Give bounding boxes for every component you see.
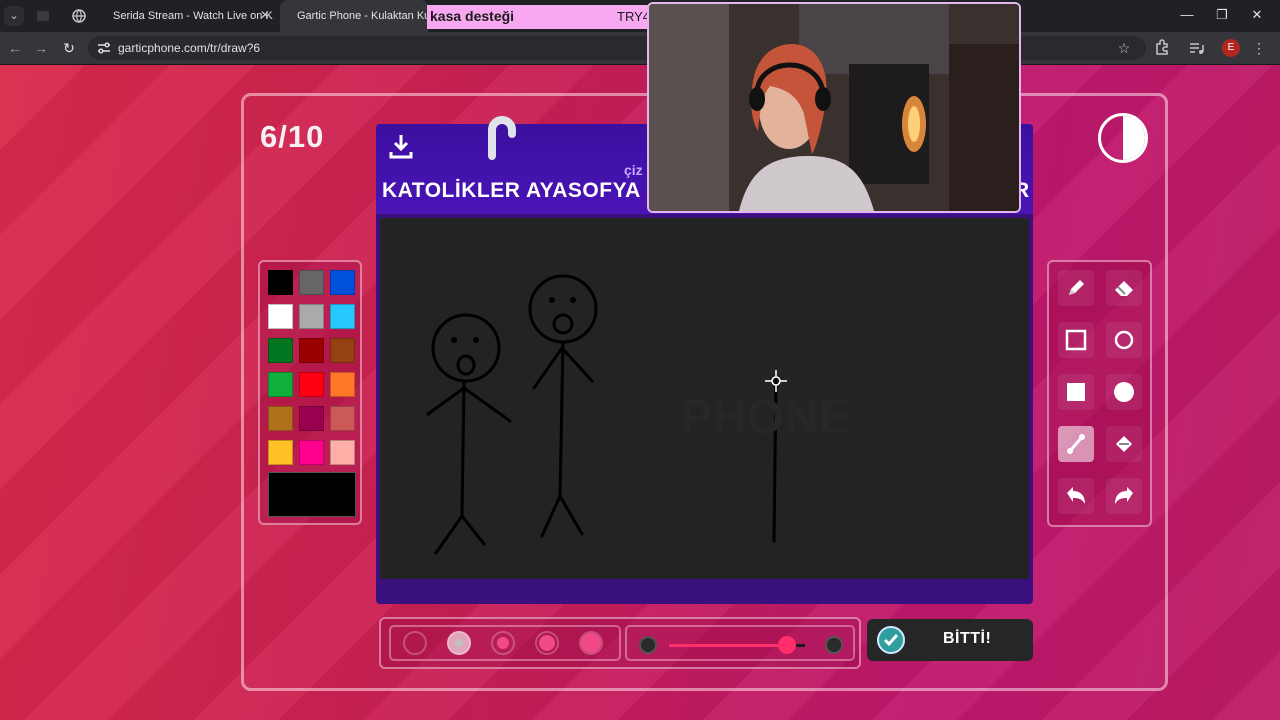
contrast-toggle-icon[interactable] [1098, 113, 1148, 163]
brush-size-option[interactable] [491, 631, 515, 655]
color-swatch[interactable] [268, 338, 293, 363]
color-swatch[interactable] [330, 270, 355, 295]
pencil-icon [1069, 280, 1084, 295]
opacity-fill [669, 644, 788, 647]
color-swatch[interactable] [299, 406, 324, 431]
extensions-icon[interactable] [1152, 38, 1172, 58]
stream-banner: kasa desteği TRY4 [427, 5, 660, 29]
color-swatch[interactable] [330, 372, 355, 397]
brush-size-option[interactable] [535, 631, 559, 655]
webcam-image [649, 4, 1019, 211]
prompt-text: KATOLİKLER AYASOFYA [382, 179, 641, 202]
reload-icon[interactable]: ↻ [59, 38, 79, 58]
pencil-tool[interactable] [1058, 270, 1094, 306]
back-icon[interactable]: ← [5, 38, 25, 58]
color-swatch[interactable] [330, 338, 355, 363]
brush-size-option[interactable] [579, 631, 603, 655]
color-swatch[interactable] [299, 372, 324, 397]
color-palette [258, 260, 362, 525]
color-swatch[interactable] [330, 440, 355, 465]
banner-code: TRY4 [617, 9, 650, 24]
eraser-icon [1115, 281, 1133, 296]
download-icon[interactable] [388, 132, 414, 160]
eraser-tool[interactable] [1106, 270, 1142, 306]
redo-button[interactable] [1106, 478, 1142, 514]
toolbar: ← → ↻ garticphone.com/tr/draw?6 ☆ ⋮ [0, 32, 1280, 65]
maximize-button[interactable]: ❐ [1211, 6, 1233, 24]
opacity-handle[interactable] [778, 636, 797, 654]
redo-icon [1115, 487, 1133, 504]
globe-icon[interactable] [70, 7, 88, 25]
color-swatch[interactable] [330, 406, 355, 431]
round-counter: 6/10 [260, 119, 325, 154]
color-swatch[interactable] [299, 304, 324, 329]
brush-size-option[interactable] [447, 631, 471, 655]
webcam-overlay [647, 2, 1021, 213]
line-icon [1067, 434, 1085, 454]
check-icon [877, 626, 905, 654]
banner-text: kasa desteği [430, 8, 515, 24]
brush-size-selector [389, 625, 621, 661]
opacity-slider[interactable] [625, 625, 855, 661]
tab-search-chevron-icon[interactable]: ⌄ [4, 6, 24, 26]
media-control-icon[interactable] [1186, 38, 1206, 58]
brush-size-option[interactable] [403, 631, 427, 655]
fill-bucket-tool[interactable] [1106, 426, 1142, 462]
color-swatch[interactable] [268, 304, 293, 329]
undo-icon [1067, 487, 1085, 504]
tab-gartic-phone[interactable]: Gartic Phone - Kulaktan Kulağa [280, 0, 428, 32]
done-label: BİTTİ! [943, 630, 992, 647]
undo-button[interactable] [1058, 478, 1094, 514]
ellipse-fill-tool[interactable] [1106, 374, 1142, 410]
ellipse-outline-icon [1114, 330, 1134, 350]
profile-avatar[interactable]: E [1222, 39, 1240, 57]
pinned-tab-icon[interactable] [34, 7, 52, 25]
color-swatch[interactable] [299, 440, 324, 465]
line-tool[interactable] [1058, 426, 1094, 462]
fill-bucket-icon [1116, 436, 1132, 452]
close-window-button[interactable]: ✕ [1246, 6, 1268, 24]
minimize-button[interactable]: — [1176, 6, 1198, 24]
tab-title: Serida Stream - Watch Live on K [113, 10, 273, 22]
forward-icon[interactable]: → [31, 38, 51, 58]
rect-fill-tool[interactable] [1058, 374, 1094, 410]
color-swatch[interactable] [268, 440, 293, 465]
tab-title: Gartic Phone - Kulaktan Kulağa [297, 10, 428, 22]
color-swatch[interactable] [330, 304, 355, 329]
color-swatch[interactable] [299, 338, 324, 363]
selected-color-preview [268, 472, 356, 517]
url-text: garticphone.com/tr/draw?6 [118, 41, 261, 55]
brush-settings [379, 617, 861, 669]
tool-panel [1047, 260, 1152, 527]
drawing-canvas[interactable]: PHONE [380, 218, 1029, 579]
prompt-subtitle: çiz [624, 162, 643, 178]
color-swatch[interactable] [268, 372, 293, 397]
game-page: 6/10 çiz KATOLİKLER AYASOFYA R PHONE BİT… [0, 65, 1280, 720]
rect-outline-icon [1065, 329, 1087, 351]
headphone-mascot-icon [488, 116, 516, 160]
menu-kebab-icon[interactable]: ⋮ [1249, 38, 1269, 58]
canvas-drawing: PHONE [426, 274, 851, 555]
opacity-min-icon [639, 636, 657, 654]
opacity-max-icon [825, 636, 843, 654]
ellipse-fill-icon [1114, 382, 1134, 402]
rect-fill-icon [1067, 383, 1085, 401]
tab-close-icon[interactable]: ✕ [260, 8, 270, 22]
canvas-watermark: PHONE [680, 391, 851, 444]
color-swatch[interactable] [299, 270, 324, 295]
done-button[interactable]: BİTTİ! [867, 619, 1033, 661]
site-info-icon[interactable] [96, 40, 112, 56]
ellipse-outline-tool[interactable] [1106, 322, 1142, 358]
rect-outline-tool[interactable] [1058, 322, 1094, 358]
color-swatch[interactable] [268, 406, 293, 431]
bookmark-star-icon[interactable]: ☆ [1114, 38, 1134, 58]
tab-kick-stream[interactable]: Serida Stream - Watch Live on K ✕ [96, 0, 278, 32]
color-swatch[interactable] [268, 270, 293, 295]
